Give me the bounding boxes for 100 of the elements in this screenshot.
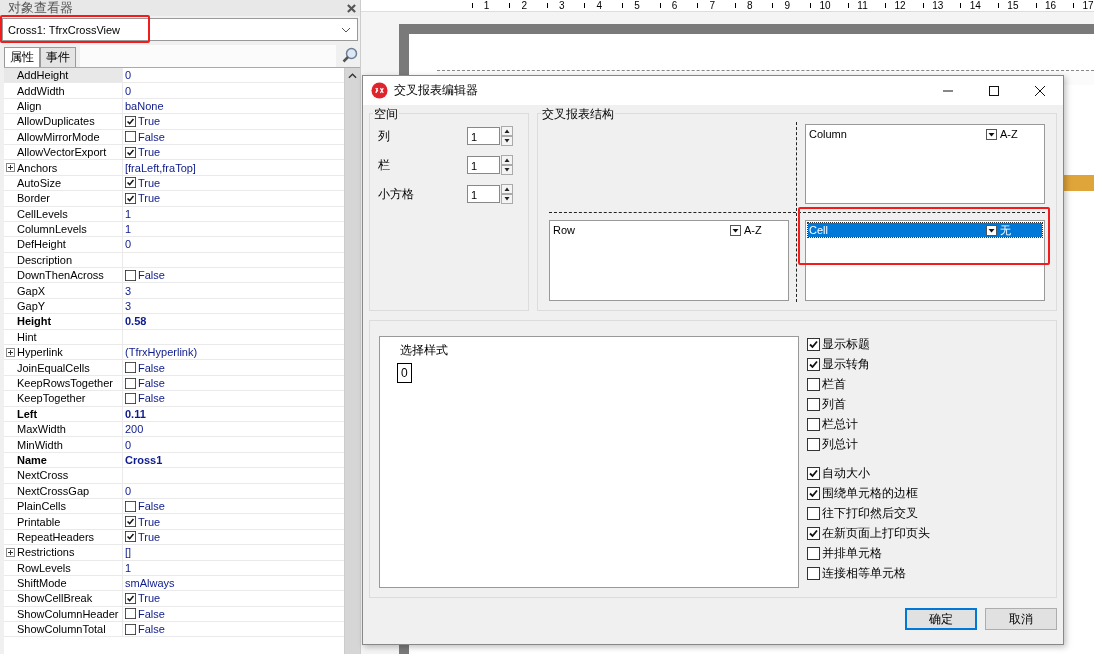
property-value[interactable]: False [138, 500, 165, 513]
checkbox-label[interactable]: 并排单元格 [822, 545, 882, 562]
checkbox[interactable] [125, 377, 136, 389]
property-name[interactable]: Restrictions [4, 545, 123, 561]
property-value[interactable]: [] [125, 546, 132, 559]
checkbox[interactable] [125, 500, 136, 512]
property-name[interactable]: Align [4, 98, 123, 115]
list-item[interactable]: Row A-Z [552, 223, 786, 237]
property-name[interactable]: AddHeight [4, 68, 123, 84]
property-value[interactable]: 1 [125, 561, 132, 574]
checkbox[interactable] [807, 507, 820, 520]
property-value[interactable]: True [138, 515, 161, 528]
property-name[interactable]: Name [4, 452, 123, 469]
property-value[interactable]: False [138, 130, 165, 143]
tab[interactable]: 事件 [40, 47, 76, 67]
object-dropdown[interactable]: Cross1: TfrxCrossView [2, 18, 358, 41]
property-value[interactable]: 0 [125, 69, 132, 82]
property-value[interactable]: 0 [125, 238, 132, 251]
property-value[interactable]: (TfrxHyperlink) [125, 346, 198, 359]
property-name[interactable]: MinWidth [4, 437, 123, 453]
input-field[interactable]: 1 [467, 156, 500, 174]
property-value[interactable]: 1 [125, 223, 132, 236]
checkbox-label[interactable]: 栏首 [822, 376, 846, 393]
checkbox[interactable] [125, 146, 136, 158]
checkbox-label[interactable]: 自动大小 [822, 465, 870, 482]
property-name[interactable]: Hint [4, 329, 123, 346]
style-list[interactable]: 选择样式 0 [379, 336, 799, 588]
property-value[interactable]: [fraLeft,fraTop] [125, 161, 196, 174]
property-value[interactable]: 0.58 [125, 315, 147, 328]
list-box[interactable]: Cell 无 [805, 220, 1045, 301]
property-name[interactable]: GapX [4, 283, 123, 299]
property-name[interactable]: RowLevels [4, 560, 123, 576]
property-name[interactable]: ShowColumnTotal [4, 622, 123, 638]
property-name[interactable]: Anchors [4, 160, 123, 176]
property-name[interactable]: CellLevels [4, 206, 123, 222]
property-name[interactable]: Height [4, 314, 123, 330]
checkbox-label[interactable]: 连接相等单元格 [822, 565, 906, 582]
tab[interactable]: 属性 [4, 47, 40, 67]
property-name[interactable]: NextCross [4, 468, 123, 484]
expand-icon[interactable] [6, 163, 15, 173]
property-value[interactable]: False [138, 607, 165, 620]
checkbox-label[interactable]: 往下打印然后交叉 [822, 505, 918, 522]
checkbox[interactable] [125, 362, 136, 374]
property-name[interactable]: AllowMirrorMode [4, 129, 123, 145]
property-value[interactable]: True [138, 146, 161, 159]
checkbox-label[interactable]: 显示转角 [822, 356, 870, 373]
checkbox-label[interactable]: 列总计 [822, 436, 858, 453]
checkbox-label[interactable]: 围绕单元格的边框 [822, 485, 918, 502]
scrollbar[interactable] [344, 68, 360, 654]
property-name[interactable]: DefHeight [4, 237, 123, 253]
property-value[interactable]: 0.11 [125, 407, 146, 420]
checkbox-label[interactable]: 栏总计 [822, 416, 858, 433]
checkbox[interactable] [125, 177, 136, 189]
property-value[interactable]: baNone [125, 99, 164, 112]
property-value[interactable]: 1 [125, 207, 132, 220]
property-name[interactable]: AutoSize [4, 175, 123, 192]
checkbox[interactable] [125, 592, 136, 604]
checkbox[interactable] [807, 338, 820, 351]
sort-label[interactable]: A-Z [1000, 128, 1042, 140]
property-name[interactable]: Printable [4, 514, 123, 530]
checkbox-label[interactable]: 显示标题 [822, 336, 870, 353]
checkbox[interactable] [807, 418, 820, 431]
dialog-button[interactable]: 确定 [905, 608, 977, 630]
checkbox[interactable] [807, 527, 820, 540]
property-name[interactable]: AllowDuplicates [4, 114, 123, 130]
property-value[interactable]: True [138, 176, 161, 189]
property-name[interactable]: Hyperlink [4, 345, 123, 361]
dialog-button[interactable]: 取消 [985, 608, 1057, 630]
input-field[interactable]: 1 [467, 127, 500, 145]
property-name[interactable]: KeepTogether [4, 391, 123, 407]
property-value[interactable]: 0 [125, 84, 132, 97]
close-icon[interactable] [347, 3, 356, 13]
maximize-icon[interactable] [988, 84, 1000, 97]
property-name[interactable]: Left [4, 406, 123, 422]
property-value[interactable]: smAlways [125, 577, 175, 590]
checkbox-label[interactable]: 在新页面上打印页头 [822, 525, 930, 542]
checkbox[interactable] [807, 358, 820, 371]
property-name[interactable]: ShiftMode [4, 575, 123, 592]
property-value[interactable]: False [138, 361, 165, 374]
checkbox[interactable] [807, 438, 820, 451]
checkbox[interactable] [125, 516, 136, 527]
property-name[interactable]: ColumnLevels [4, 221, 123, 238]
property-value[interactable]: 3 [125, 284, 132, 297]
property-value[interactable]: False [138, 377, 165, 389]
property-value[interactable]: True [138, 592, 161, 605]
property-name[interactable]: ShowCellBreak [4, 591, 123, 607]
property-value[interactable]: False [138, 623, 165, 636]
property-name[interactable]: GapY [4, 298, 123, 315]
list-item[interactable]: Cell 无 [808, 223, 1042, 237]
checkbox[interactable] [125, 392, 136, 404]
style-tile[interactable]: 0 [397, 363, 412, 383]
property-name[interactable]: Description [4, 252, 123, 269]
list-box[interactable]: Column A-Z [805, 124, 1045, 204]
property-name[interactable]: AllowVectorExport [4, 144, 123, 161]
property-name[interactable]: KeepRowsTogether [4, 375, 123, 392]
checkbox[interactable] [125, 531, 136, 543]
property-name[interactable]: NextCrossGap [4, 483, 123, 499]
checkbox[interactable] [807, 487, 820, 500]
property-value[interactable]: True [138, 530, 161, 543]
property-value[interactable]: False [138, 269, 165, 282]
